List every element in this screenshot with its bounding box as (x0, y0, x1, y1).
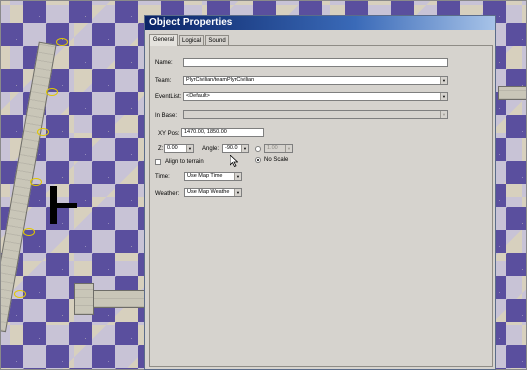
general-tab-panel: Name: Team: PlyrCivilian/teamPlyrCivilia… (149, 45, 493, 367)
dialog-title: Object Properties (149, 17, 233, 28)
map-marker-icon (56, 38, 68, 46)
chevron-down-icon[interactable]: ▼ (440, 93, 447, 100)
team-select-value: PlyrCivilian/teamPlyrCivilian (186, 77, 255, 83)
map-marker-icon (30, 178, 42, 186)
map-marker-icon (37, 128, 49, 136)
map-marker-icon (46, 88, 58, 96)
no-scale-radio[interactable] (255, 157, 261, 163)
team-label: Team: (155, 78, 172, 84)
chevron-down-icon: ▼ (440, 111, 447, 118)
map-object-marker-horizontal[interactable] (55, 203, 77, 208)
chevron-down-icon[interactable]: ▼ (186, 145, 193, 152)
chevron-down-icon[interactable]: ▼ (440, 77, 447, 84)
scale-select: 1.00 ▼ (264, 144, 293, 153)
xy-pos-input[interactable]: 1470.00, 1850.00 (181, 128, 264, 137)
align-to-terrain-label: Align to terrain (165, 159, 204, 165)
name-label: Name: (155, 60, 173, 66)
eventlist-select[interactable]: <Default> ▼ (183, 92, 448, 101)
z-select[interactable]: 0.00 ▼ (164, 144, 194, 153)
weather-select[interactable]: Use Map Weathe ▼ (184, 188, 242, 197)
tab-sound[interactable]: Sound (205, 35, 229, 45)
team-select[interactable]: PlyrCivilian/teamPlyrCivilian ▼ (183, 76, 448, 85)
tab-logical[interactable]: Logical (179, 35, 204, 45)
angle-label: Angle: (202, 146, 220, 152)
xy-pos-label: XY Pos: (158, 131, 180, 137)
in-base-select: ▼ (183, 110, 448, 119)
z-label: Z: (158, 146, 164, 152)
map-wall-long (0, 41, 57, 333)
weather-label: Weather: (155, 191, 180, 197)
chevron-down-icon[interactable]: ▼ (241, 145, 248, 152)
scale-select-value: 1.00 (267, 145, 278, 151)
eventlist-select-value: <Default> (186, 93, 210, 99)
z-select-value: 0.00 (167, 145, 178, 151)
map-marker-icon (14, 290, 26, 298)
align-to-terrain-checkbox[interactable] (155, 159, 161, 165)
time-select[interactable]: Use Map Time ▼ (184, 172, 242, 181)
chevron-down-icon[interactable]: ▼ (234, 189, 241, 196)
chevron-down-icon[interactable]: ▼ (234, 173, 241, 180)
weather-select-value: Use Map Weathe (187, 189, 230, 195)
name-input[interactable] (183, 58, 448, 67)
map-marker-icon (23, 228, 35, 236)
dialog-title-bar[interactable]: Object Properties (145, 16, 495, 30)
scale-radio[interactable] (255, 146, 261, 152)
tab-general[interactable]: General (149, 34, 178, 46)
angle-select-value: -90.0 (225, 145, 238, 151)
no-scale-label: No Scale (264, 157, 289, 163)
object-properties-dialog: Object Properties General Logical Sound … (144, 15, 496, 370)
eventlist-label: EventList: (155, 94, 182, 100)
mouse-cursor-icon (230, 155, 238, 167)
time-label: Time: (155, 174, 170, 180)
map-wall-lower-end (74, 283, 94, 315)
chevron-down-icon: ▼ (285, 145, 292, 152)
in-base-label: In Base: (155, 113, 178, 119)
time-select-value: Use Map Time (187, 173, 223, 179)
map-wall-right (498, 86, 527, 100)
angle-select[interactable]: -90.0 ▼ (222, 144, 249, 153)
